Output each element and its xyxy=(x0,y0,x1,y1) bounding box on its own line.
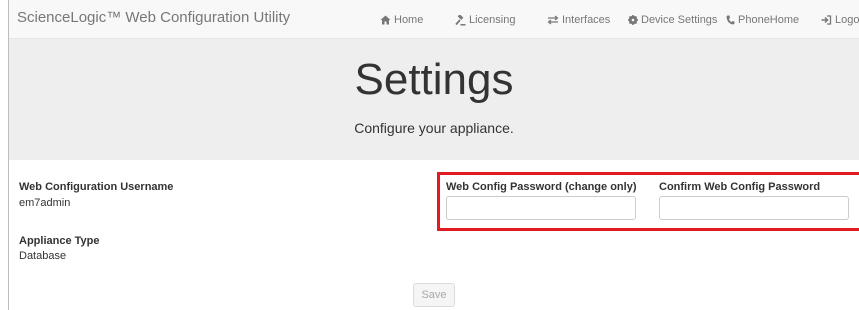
password-input[interactable] xyxy=(446,196,636,220)
phone-icon xyxy=(726,15,735,25)
nav-item-interfaces[interactable]: Interfaces xyxy=(547,12,610,28)
nav-item-device-settings[interactable]: Device Settings xyxy=(628,12,717,28)
navbar-brand[interactable]: ScienceLogic™ Web Configuration Utility xyxy=(17,9,290,26)
nav-item-licensing[interactable]: Licensing xyxy=(455,12,515,28)
transfer-icon xyxy=(547,15,559,25)
nav-item-label: Device Settings xyxy=(641,14,718,26)
logout-icon xyxy=(821,15,832,25)
nav-item-home[interactable]: Home xyxy=(380,12,423,28)
save-button[interactable]: Save xyxy=(413,283,455,307)
top-navbar: ScienceLogic™ Web Configuration Utility … xyxy=(9,0,859,39)
appliance-type-label: Appliance Type xyxy=(19,235,100,247)
page-subtitle: Configure your appliance. xyxy=(354,120,514,136)
page-title: Settings xyxy=(354,55,514,104)
nav-item-label: PhoneHome xyxy=(738,14,800,26)
nav-item-logout[interactable]: Logout xyxy=(821,12,859,28)
password-label: Web Config Password (change only) xyxy=(446,181,637,193)
username-value: em7admin xyxy=(19,197,71,209)
nav-item-label: Licensing xyxy=(469,14,516,26)
nav-item-phonehome[interactable]: PhoneHome xyxy=(726,12,799,28)
confirm-password-input[interactable] xyxy=(659,196,849,220)
home-icon xyxy=(380,15,391,25)
nav-item-label: Logout xyxy=(835,14,859,26)
username-label: Web Configuration Username xyxy=(19,181,174,193)
page-header: Settings Configure your appliance. xyxy=(9,39,859,160)
confirm-password-label: Confirm Web Config Password xyxy=(659,181,821,193)
nav-item-label: Interfaces xyxy=(562,14,611,26)
gavel-icon xyxy=(455,14,466,26)
appliance-type-value: Database xyxy=(19,250,67,262)
nav-item-label: Home xyxy=(394,14,424,26)
gear-icon xyxy=(628,15,638,25)
